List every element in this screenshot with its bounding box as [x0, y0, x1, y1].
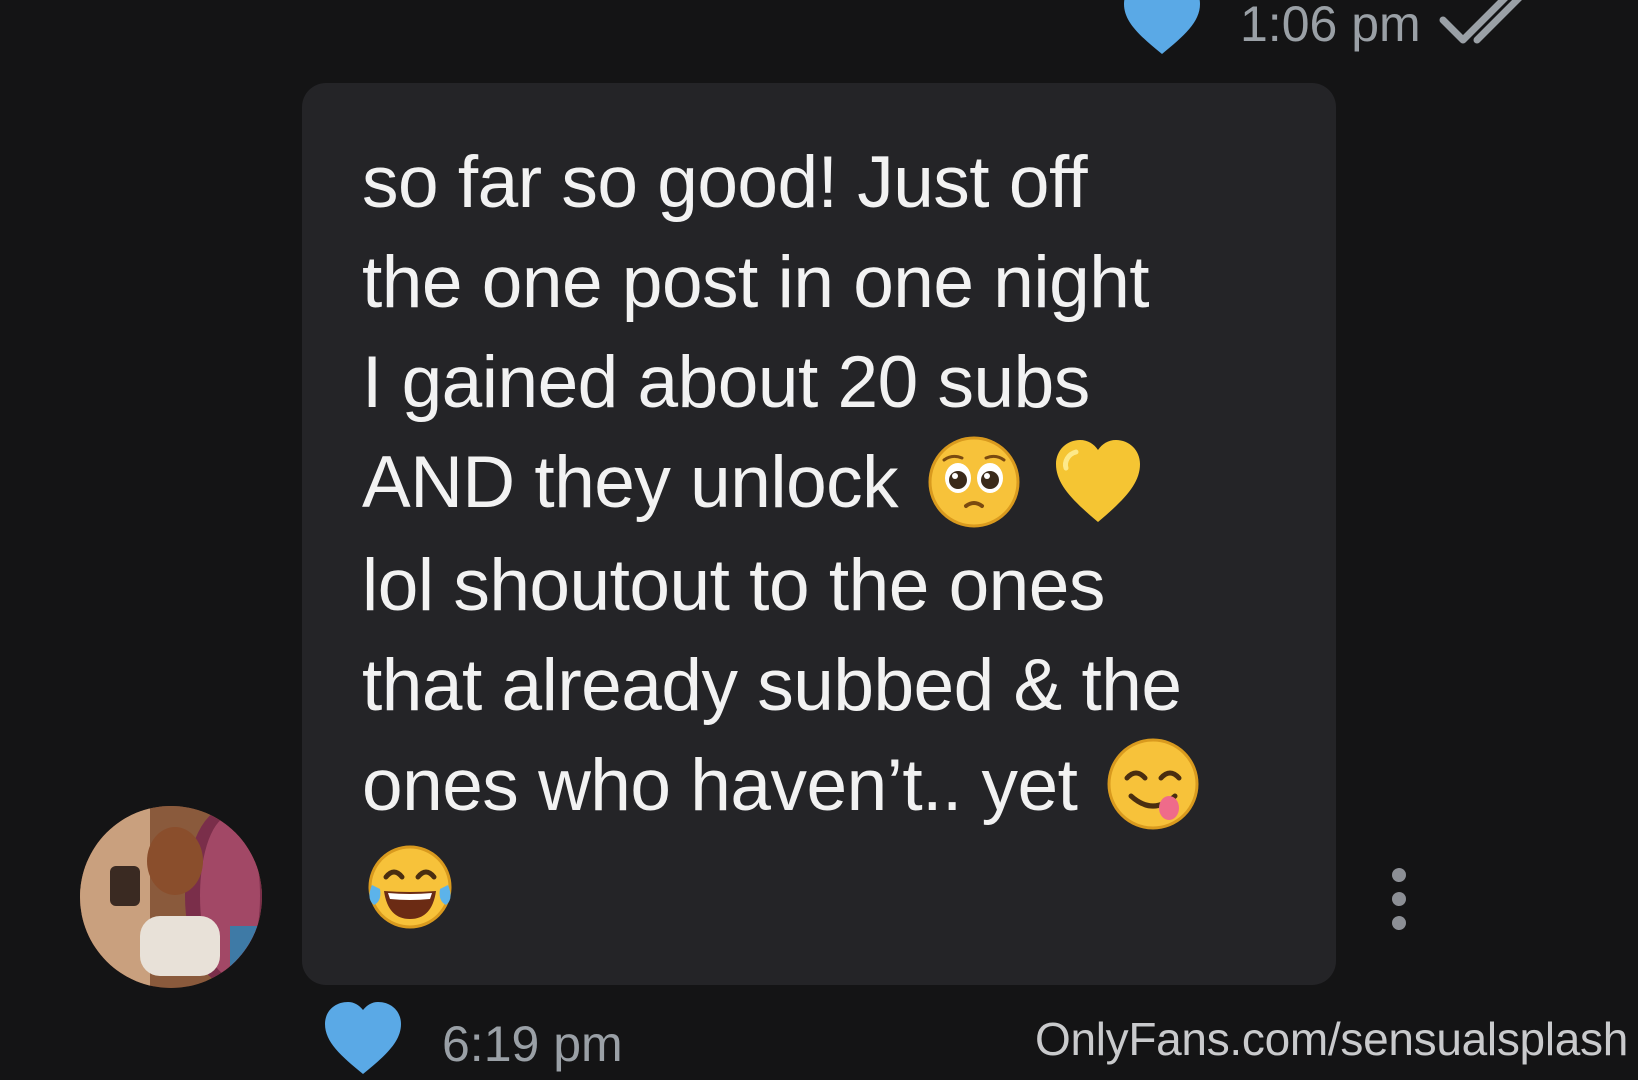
- heart-icon[interactable]: [322, 1000, 404, 1076]
- avatar[interactable]: [80, 806, 262, 988]
- message-line-3: I gained about 20 subs: [362, 342, 1090, 423]
- tears-of-joy-emoji: [368, 845, 452, 929]
- message-line-5: lol shoutout to the ones: [362, 544, 1105, 626]
- message-bubble[interactable]: so far so good! Just off the one post in…: [302, 83, 1336, 985]
- previous-message-time: 1:06 pm: [1240, 0, 1421, 52]
- heart-icon[interactable]: [1120, 0, 1204, 58]
- message-line-7: ones who haven’t.. yet: [362, 736, 1296, 839]
- more-dot: [1392, 868, 1406, 882]
- avatar-photo: [80, 806, 262, 988]
- message-line-8: [362, 838, 1296, 941]
- message-line-4: AND they unlock: [362, 433, 1296, 536]
- message-line-2: the one post in one night: [362, 242, 1150, 323]
- face-savoring-food-emoji: [1107, 738, 1199, 830]
- message-line-1: so far so good! Just off: [362, 142, 1088, 223]
- watermark: OnlyFans.com/sensualsplash: [1034, 1013, 1628, 1065]
- pleading-face-emoji: [928, 436, 1020, 528]
- message-line-7-text: ones who haven’t.. yet: [362, 744, 1078, 826]
- message-footer: 6:19 pm: [322, 995, 623, 1080]
- yellow-heart-emoji: [1055, 439, 1140, 522]
- message-time: 6:19 pm: [442, 1015, 623, 1072]
- more-dot: [1392, 916, 1406, 930]
- message-line-6: that already subbed & the: [362, 644, 1182, 726]
- message-line-4-text: AND they unlock: [362, 442, 899, 523]
- more-options-button[interactable]: [1384, 868, 1414, 930]
- chat-screen: 1:06 pm so far so good! Just off the one…: [0, 0, 1638, 1080]
- previous-message-footer: 1:06 pm: [1120, 0, 1535, 54]
- double-check-icon: [1439, 0, 1522, 44]
- more-dot: [1392, 892, 1406, 906]
